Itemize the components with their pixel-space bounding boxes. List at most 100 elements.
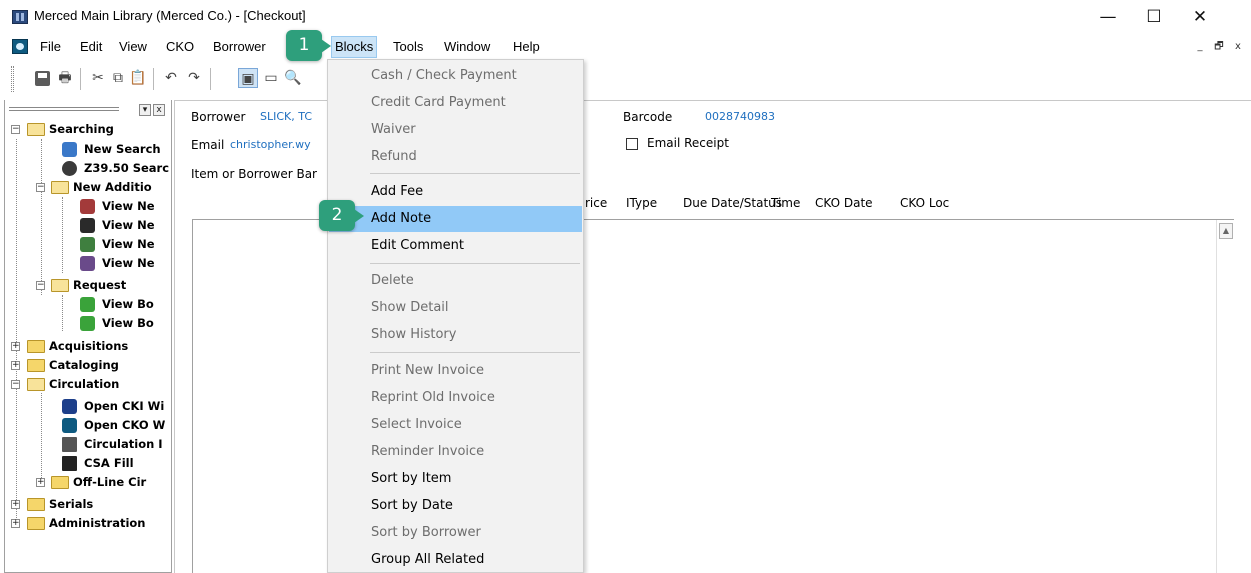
menu-edit[interactable]: Edit: [77, 39, 105, 54]
paste-icon[interactable]: 📋: [128, 68, 148, 88]
menu-item-show-detail[interactable]: Show Detail: [329, 295, 582, 321]
menu-item-add-note[interactable]: Add Note: [329, 206, 582, 232]
print-icon[interactable]: 🖶: [55, 68, 75, 88]
callout-step-1: 1: [286, 30, 331, 61]
menu-window[interactable]: Window: [441, 39, 493, 54]
column-header-itype[interactable]: IType: [626, 196, 682, 210]
menu-blocks[interactable]: Blocks: [331, 36, 378, 58]
vertical-scrollbar[interactable]: ▲: [1216, 220, 1234, 573]
menu-view[interactable]: View: [116, 39, 150, 54]
menu-item-credit-card-payment[interactable]: Credit Card Payment: [329, 90, 582, 116]
column-header-cko-loc[interactable]: CKO Loc: [900, 196, 949, 210]
menu-borrower[interactable]: Borrower: [210, 39, 269, 54]
tree-node-cataloging[interactable]: + Cataloging: [11, 356, 171, 375]
expand-icon[interactable]: +: [11, 361, 20, 370]
close-button[interactable]: ✕: [1177, 4, 1223, 30]
menu-item-print-new-invoice[interactable]: Print New Invoice: [329, 358, 582, 384]
cut-icon[interactable]: ✂: [88, 68, 108, 88]
menu-item-reprint-old-invoice[interactable]: Reprint Old Invoice: [329, 385, 582, 411]
blocks-dropdown-menu: Cash / Check Payment Credit Card Payment…: [327, 59, 584, 573]
redo-icon[interactable]: ↷: [184, 68, 204, 88]
tree-node-view-bo-2[interactable]: View Bo: [80, 314, 171, 333]
tree-node-offline-circ[interactable]: + Off-Line Cir: [36, 473, 171, 492]
column-header-time[interactable]: Time: [771, 196, 800, 210]
maximize-button[interactable]: ☐: [1131, 4, 1177, 30]
menu-item-show-history[interactable]: Show History: [329, 322, 582, 348]
tree-node-new-additions[interactable]: − New Additio: [36, 178, 171, 197]
toolbar-grip[interactable]: [11, 66, 14, 92]
tree-node-label: New Search: [84, 142, 161, 156]
copy-icon[interactable]: ⧉: [108, 68, 128, 88]
child-minimize-button[interactable]: _: [1193, 41, 1207, 55]
collapse-icon[interactable]: −: [36, 183, 45, 192]
tree-node-acquisitions[interactable]: + Acquisitions: [11, 337, 171, 356]
tree-node-view-new-3[interactable]: View Ne: [80, 235, 171, 254]
scroll-up-icon[interactable]: ▲: [1219, 223, 1233, 239]
email-receipt-checkbox[interactable]: [626, 138, 638, 150]
menu-item-add-fee[interactable]: Add Fee: [329, 179, 582, 205]
menu-help[interactable]: Help: [510, 39, 543, 54]
tree-node-z3950-search[interactable]: Z39.50 Searc: [62, 159, 171, 178]
window-title: Merced Main Library (Merced Co.) - [Chec…: [34, 8, 306, 23]
menu-item-edit-comment[interactable]: Edit Comment: [329, 233, 582, 259]
tree-node-searching[interactable]: − Searching: [11, 120, 171, 139]
tree-node-csa-fill[interactable]: CSA Fill: [62, 454, 171, 473]
tree-node-request[interactable]: − Request: [36, 276, 171, 295]
tree-node-administration[interactable]: + Administration: [11, 514, 171, 533]
tree-node-label: Circulation I: [84, 437, 163, 451]
menu-item-refund[interactable]: Refund: [329, 144, 582, 170]
expand-icon[interactable]: +: [11, 519, 20, 528]
tree-node-view-bo-1[interactable]: View Bo: [80, 295, 171, 314]
child-close-button[interactable]: x: [1231, 41, 1245, 55]
tree-node-new-search[interactable]: New Search: [62, 140, 171, 159]
child-restore-button[interactable]: 🗗: [1212, 41, 1226, 55]
expand-icon[interactable]: +: [11, 500, 20, 509]
tree-node-view-new-4[interactable]: View Ne: [80, 254, 171, 273]
menu-item-delete[interactable]: Delete: [329, 268, 582, 294]
folder-icon: [27, 498, 45, 511]
window-icon[interactable]: ▣: [238, 68, 258, 88]
menu-item-reminder-invoice[interactable]: Reminder Invoice: [329, 439, 582, 465]
collapse-icon[interactable]: −: [11, 380, 20, 389]
tree-node-label: View Ne: [102, 218, 155, 232]
borrower-value[interactable]: SLICK, TC: [260, 110, 312, 123]
tree-node-circulation[interactable]: − Circulation: [11, 375, 171, 394]
column-header-due-date-status[interactable]: Due Date/Status: [683, 196, 782, 210]
save-icon[interactable]: [35, 71, 50, 86]
tree-node-label: Searching: [49, 122, 114, 136]
column-header-cko-date[interactable]: CKO Date: [815, 196, 873, 210]
collapse-icon[interactable]: −: [36, 281, 45, 290]
minimize-button[interactable]: —: [1085, 4, 1131, 30]
menu-item-sort-by-item[interactable]: Sort by Item: [329, 466, 582, 492]
app-icon: [12, 10, 28, 24]
tree-panel-close-button[interactable]: x: [153, 104, 165, 116]
tree-node-circulation-i[interactable]: Circulation I: [62, 435, 171, 454]
child-window-icon[interactable]: [12, 39, 28, 54]
window-tile-icon[interactable]: ▭: [261, 68, 281, 88]
tree-panel-pin-button[interactable]: ▾: [139, 104, 151, 116]
menu-item-group-all-related[interactable]: Group All Related: [329, 547, 582, 573]
undo-icon[interactable]: ↶: [161, 68, 181, 88]
collapse-icon[interactable]: −: [11, 125, 20, 134]
email-value[interactable]: christopher.wy: [230, 138, 311, 151]
expand-icon[interactable]: +: [11, 342, 20, 351]
tree-node-view-new-2[interactable]: View Ne: [80, 216, 171, 235]
menu-tools[interactable]: Tools: [390, 39, 426, 54]
menu-item-waiver[interactable]: Waiver: [329, 117, 582, 143]
tree-node-view-new-1[interactable]: View Ne: [80, 197, 171, 216]
tree-node-serials[interactable]: + Serials: [11, 495, 171, 514]
menu-item-sort-by-borrower[interactable]: Sort by Borrower: [329, 520, 582, 546]
tree-node-open-cki[interactable]: Open CKI Wi: [62, 397, 171, 416]
search-window-icon[interactable]: 🔍: [283, 68, 303, 88]
menu-file[interactable]: File: [37, 39, 64, 54]
folder-icon: [27, 517, 45, 530]
tree-panel-grip[interactable]: [9, 107, 119, 111]
column-header-price[interactable]: rice: [585, 196, 607, 210]
menu-cko[interactable]: CKO: [163, 39, 197, 54]
menu-item-select-invoice[interactable]: Select Invoice: [329, 412, 582, 438]
menu-item-cash-check-payment[interactable]: Cash / Check Payment: [329, 63, 582, 89]
expand-icon[interactable]: +: [36, 478, 45, 487]
barcode-value: 0028740983: [705, 110, 775, 123]
tree-node-open-cko[interactable]: Open CKO W: [62, 416, 171, 435]
menu-item-sort-by-date[interactable]: Sort by Date: [329, 493, 582, 519]
